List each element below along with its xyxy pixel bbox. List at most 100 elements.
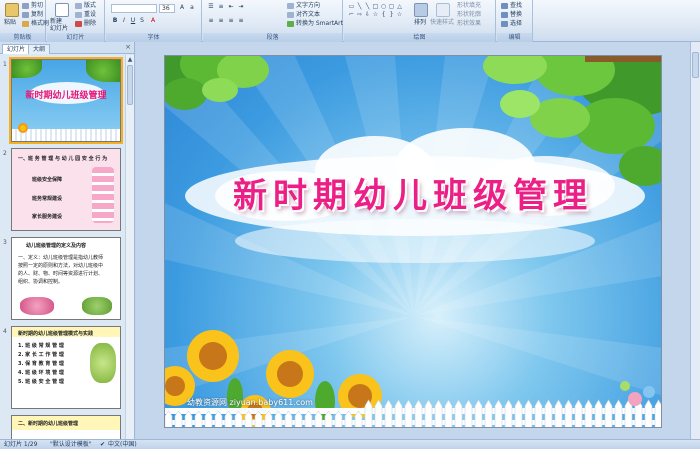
quick-styles-icon[interactable] bbox=[436, 3, 450, 17]
thumb-line: 班务常规建设 bbox=[32, 196, 63, 202]
rect-shape-icon[interactable]: □ bbox=[372, 3, 379, 10]
font-name-combo[interactable] bbox=[111, 4, 157, 13]
fence-picket bbox=[534, 399, 543, 427]
justify-icon[interactable]: ≡ bbox=[237, 17, 245, 25]
bullets-icon[interactable]: ☰ bbox=[207, 3, 215, 11]
align-center-icon[interactable]: ≡ bbox=[217, 17, 225, 25]
thumb-line: 4. 班 级 环 境 管 理 bbox=[18, 370, 64, 376]
shrink-font-icon[interactable]: a bbox=[188, 4, 196, 12]
indent-decrease-icon[interactable]: ⇤ bbox=[227, 3, 235, 11]
fence-picket bbox=[594, 399, 603, 427]
thumb-line: 2. 家 长 工 作 管 理 bbox=[18, 352, 64, 358]
brace-shape-icon[interactable]: { bbox=[380, 11, 387, 18]
thumb-line: 家长服务建设 bbox=[32, 214, 63, 220]
list-item[interactable]: 二、新时期的幼儿班级管理 bbox=[0, 415, 126, 439]
flower-decoration bbox=[82, 297, 112, 315]
delete-button[interactable]: 删除 bbox=[75, 20, 96, 28]
format-painter-button[interactable]: 格式刷 bbox=[22, 20, 49, 28]
shape-outline-button[interactable]: 形状轮廓 bbox=[457, 11, 481, 19]
smartart-button[interactable]: 转换为 SmartArt bbox=[287, 20, 343, 28]
line-shape-icon[interactable]: ╲ bbox=[356, 3, 363, 10]
find-button[interactable]: 查找 bbox=[501, 2, 522, 10]
new-slide-icon[interactable] bbox=[55, 3, 69, 17]
paste-icon[interactable] bbox=[5, 3, 19, 17]
scrollbar-thumb[interactable] bbox=[692, 52, 699, 78]
underline-icon[interactable]: U bbox=[129, 17, 137, 25]
thumbnail-scrollbar[interactable]: ▲ bbox=[125, 55, 134, 439]
align-right-icon[interactable]: ≡ bbox=[227, 17, 235, 25]
grow-font-icon[interactable]: A bbox=[178, 4, 186, 12]
slide-scrollbar[interactable] bbox=[690, 42, 700, 439]
arrow-down-shape-icon[interactable]: ⇩ bbox=[364, 11, 371, 18]
arrange-icon[interactable] bbox=[414, 3, 428, 17]
quick-styles-button[interactable]: 快速样式 bbox=[430, 19, 454, 27]
indent-increase-icon[interactable]: ⇥ bbox=[237, 3, 245, 11]
list-item[interactable]: 1 新时期幼儿班级管理 bbox=[0, 57, 126, 147]
text-direction-icon bbox=[287, 2, 294, 9]
select-button[interactable]: 选择 bbox=[501, 20, 522, 28]
layout-button[interactable]: 版式 bbox=[75, 2, 96, 10]
bold-icon[interactable]: B bbox=[111, 17, 119, 25]
align-text-button[interactable]: 对齐文本 bbox=[287, 11, 320, 19]
italic-icon[interactable]: I bbox=[120, 17, 128, 25]
clipboard-group: 粘贴 剪切 复制 格式刷 剪贴板 bbox=[0, 0, 49, 42]
fence-picket bbox=[454, 399, 463, 427]
list-item[interactable]: 4 新时期的幼儿班级管理模式与实践 1. 班 级 常 规 管 理 2. 家 长 … bbox=[0, 326, 126, 414]
slide-title[interactable]: 新时期幼儿班级管理 bbox=[165, 168, 661, 217]
triangle-shape-icon[interactable]: △ bbox=[396, 3, 403, 10]
new-slide-button[interactable]: 新建 幻灯片 bbox=[50, 18, 68, 32]
list-item[interactable]: 2 一、班 务 管 理 与 幼 儿 园 安 全 行 为 班级安全保障 班务常规建… bbox=[0, 148, 126, 236]
arrow-right-shape-icon[interactable]: ⇨ bbox=[356, 11, 363, 18]
callout-shape-icon[interactable]: ☆ bbox=[396, 11, 403, 18]
line-shape-icon-2[interactable]: ╲ bbox=[364, 3, 371, 10]
font-size-combo[interactable]: 36 bbox=[159, 4, 175, 13]
close-icon[interactable]: × bbox=[125, 43, 131, 51]
strikethrough-icon[interactable]: S bbox=[138, 17, 146, 25]
shape-effects-button[interactable]: 形状效果 bbox=[457, 20, 481, 28]
reset-button[interactable]: 重设 bbox=[75, 11, 96, 19]
flower-decoration bbox=[20, 297, 54, 315]
slide-thumbnail-4[interactable]: 新时期的幼儿班级管理模式与实践 1. 班 级 常 规 管 理 2. 家 长 工 … bbox=[11, 326, 121, 409]
thumb-line: 幼儿班级管理的定义及内容 bbox=[26, 243, 87, 249]
brace-close-shape-icon[interactable]: } bbox=[388, 11, 395, 18]
rounded-rect-shape-icon[interactable]: ▢ bbox=[388, 3, 395, 10]
fence-picket bbox=[504, 399, 513, 427]
shape-fill-button[interactable]: 形状填充 bbox=[457, 2, 481, 10]
leaves-decoration bbox=[12, 60, 42, 78]
replace-button[interactable]: 替换 bbox=[501, 11, 522, 19]
slide-thumbnail-2[interactable]: 一、班 务 管 理 与 幼 儿 园 安 全 行 为 班级安全保障 班务常规建设 … bbox=[11, 148, 121, 231]
scroll-up-icon[interactable]: ▲ bbox=[126, 55, 134, 64]
thumb-line: 3. 保 育 教 育 管 理 bbox=[18, 361, 64, 367]
current-slide[interactable]: 新时期幼儿班级管理 幼教资源网 ziyuan.baby611.com PPT课件… bbox=[164, 55, 662, 428]
fence-picket bbox=[644, 399, 653, 427]
slide-thumbnail-1[interactable]: 新时期幼儿班级管理 bbox=[9, 57, 123, 144]
thumb-title: 新时期幼儿班级管理 bbox=[25, 91, 107, 101]
slide-thumbnail-5[interactable]: 二、新时期的幼儿班级管理 bbox=[11, 415, 121, 439]
cut-button[interactable]: 剪切 bbox=[22, 2, 43, 10]
leaves-decoration bbox=[86, 60, 120, 82]
slide-thumbnail-3[interactable]: 幼儿班级管理的定义及内容 一、定义：幼儿班级管理是指幼儿教师 按照一定的原则和方… bbox=[11, 237, 121, 320]
slides-group: 新建 幻灯片 版式 重设 删除 幻灯片 bbox=[47, 0, 105, 42]
align-left-icon[interactable]: ≡ bbox=[207, 17, 215, 25]
rectangle-shape-icon[interactable]: ▭ bbox=[348, 3, 355, 10]
fence-picket bbox=[434, 399, 443, 427]
tab-slides[interactable]: 幻灯片 bbox=[2, 44, 31, 54]
theme-name: "默认设计模板" bbox=[50, 441, 92, 448]
text-direction-button[interactable]: 文字方向 bbox=[287, 2, 320, 10]
paste-button[interactable]: 粘贴 bbox=[4, 19, 16, 27]
list-item[interactable]: 3 幼儿班级管理的定义及内容 一、定义：幼儿班级管理是指幼儿教师 按照一定的原则… bbox=[0, 237, 126, 325]
language-indicator[interactable]: 中文(中国) bbox=[108, 440, 137, 449]
copy-button[interactable]: 复制 bbox=[22, 11, 43, 19]
thumb-line: 一、定义：幼儿班级管理是指幼儿教师 bbox=[18, 255, 104, 261]
bracket-shape-icon[interactable]: ⌐ bbox=[348, 11, 355, 18]
scrollbar-thumb[interactable] bbox=[127, 65, 133, 105]
slide-thumbnails-panel: 幻灯片 大纲 × 1 新时期幼儿班级管理 2 一、班 务 管 理 与 幼 儿 园… bbox=[0, 42, 135, 439]
numbering-icon[interactable]: ≡ bbox=[217, 3, 225, 11]
star-shape-icon[interactable]: ☆ bbox=[372, 11, 379, 18]
oval-shape-icon[interactable]: ○ bbox=[380, 3, 387, 10]
font-color-icon[interactable]: A bbox=[149, 17, 157, 25]
spellcheck-icon[interactable]: ✔ bbox=[100, 440, 105, 449]
tab-outline[interactable]: 大纲 bbox=[28, 44, 51, 54]
arrange-button[interactable]: 排列 bbox=[414, 19, 426, 27]
slide-number: 2 bbox=[3, 150, 7, 157]
